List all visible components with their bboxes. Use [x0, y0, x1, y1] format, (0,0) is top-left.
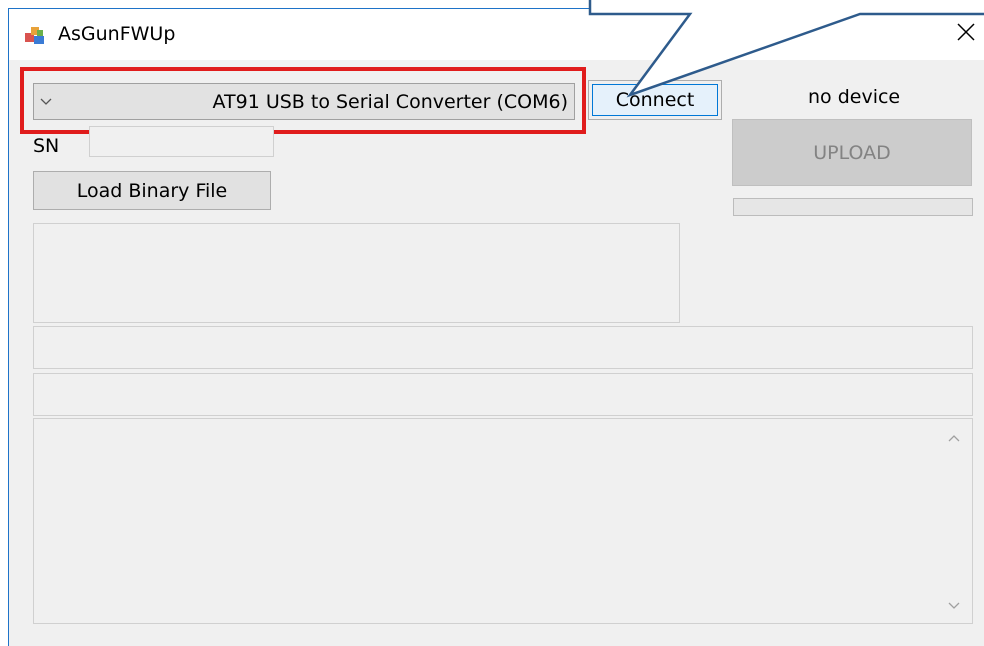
upload-progress-bar [733, 198, 973, 216]
scroll-up-icon[interactable] [944, 428, 964, 448]
chevron-down-icon [40, 98, 52, 105]
serial-number-label: SN [33, 135, 60, 157]
port-selector-value: AT91 USB to Serial Converter (COM6) [212, 91, 569, 113]
window-title: AsGunFWUp [58, 23, 176, 45]
load-binary-file-button[interactable]: Load Binary File [33, 171, 271, 210]
app-icon [25, 27, 44, 44]
scroll-down-icon[interactable] [944, 596, 964, 616]
port-selector[interactable]: AT91 USB to Serial Converter (COM6) [33, 83, 575, 120]
status-field-2 [33, 373, 973, 416]
upload-button[interactable]: UPLOAD [732, 119, 972, 186]
screenshot: AsGunFWUp AT91 USB to Serial Converter (… [0, 0, 984, 646]
status-field-1 [33, 326, 973, 369]
close-icon [957, 23, 975, 41]
connect-button[interactable]: Connect [592, 84, 718, 116]
serial-number-field[interactable] [89, 126, 274, 157]
file-info-panel [33, 223, 680, 323]
log-text-area[interactable] [33, 418, 973, 624]
device-status: no device [808, 86, 901, 108]
close-button[interactable] [948, 14, 984, 50]
